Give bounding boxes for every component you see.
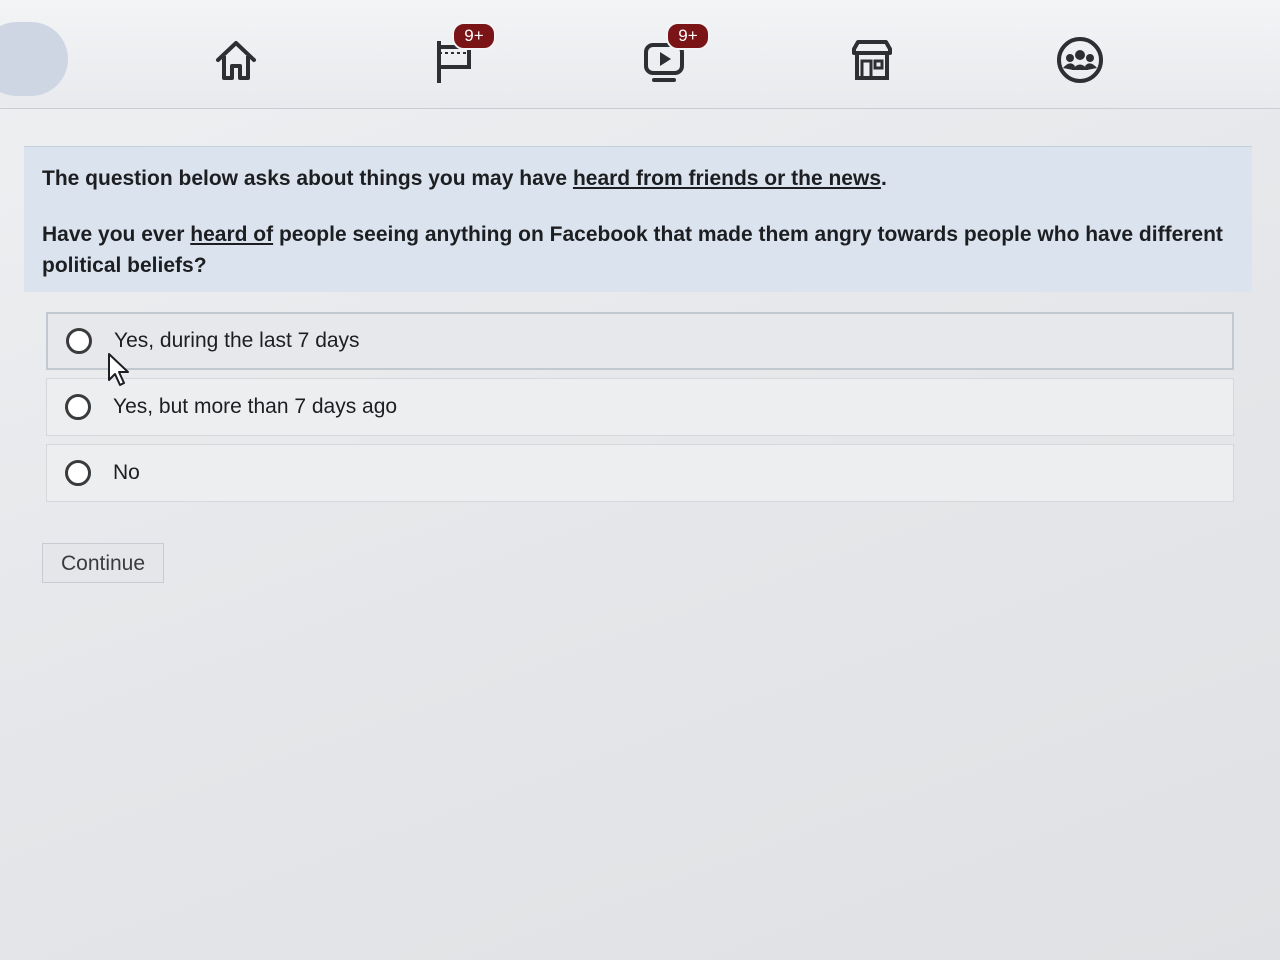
notification-badge: 9+	[666, 22, 710, 50]
answer-option-last-7-days[interactable]: Yes, during the last 7 days	[46, 312, 1234, 370]
answer-option-more-than-7-days[interactable]: Yes, but more than 7 days ago	[46, 378, 1234, 436]
notification-badge: 9+	[452, 22, 496, 50]
page: 9+ 9+ The question below asks about thin…	[0, 0, 1280, 960]
answer-option-label: Yes, during the last 7 days	[114, 329, 360, 352]
nav-tab-groups[interactable]	[1048, 28, 1112, 92]
question-intro: The question below asks about things you…	[42, 167, 887, 190]
question-panel: The question below asks about things you…	[24, 146, 1252, 292]
intro-emphasis: heard from friends or the news	[572, 167, 881, 190]
nav-tab-home[interactable]	[204, 28, 268, 92]
search-pill[interactable]	[0, 22, 68, 96]
radio-button[interactable]	[66, 328, 92, 354]
home-icon	[211, 35, 261, 85]
mouse-pointer-icon	[106, 352, 132, 388]
nav-tab-watch[interactable]: 9+	[632, 22, 710, 92]
answer-option-label: No	[113, 461, 140, 484]
continue-button[interactable]: Continue	[42, 543, 164, 583]
radio-button[interactable]	[65, 394, 91, 420]
question-text: Have you ever heard of people seeing any…	[42, 223, 1223, 277]
marketplace-icon	[847, 35, 897, 85]
groups-icon	[1055, 35, 1105, 85]
answer-option-label: Yes, but more than 7 days ago	[113, 395, 398, 418]
radio-button[interactable]	[65, 460, 91, 486]
nav-tab-pages[interactable]: 9+	[418, 22, 496, 92]
top-navigation-bar: 9+ 9+	[0, 0, 1280, 109]
question-emphasis: heard of	[190, 223, 274, 246]
nav-tab-marketplace[interactable]	[840, 28, 904, 92]
answer-option-no[interactable]: No	[46, 444, 1234, 502]
